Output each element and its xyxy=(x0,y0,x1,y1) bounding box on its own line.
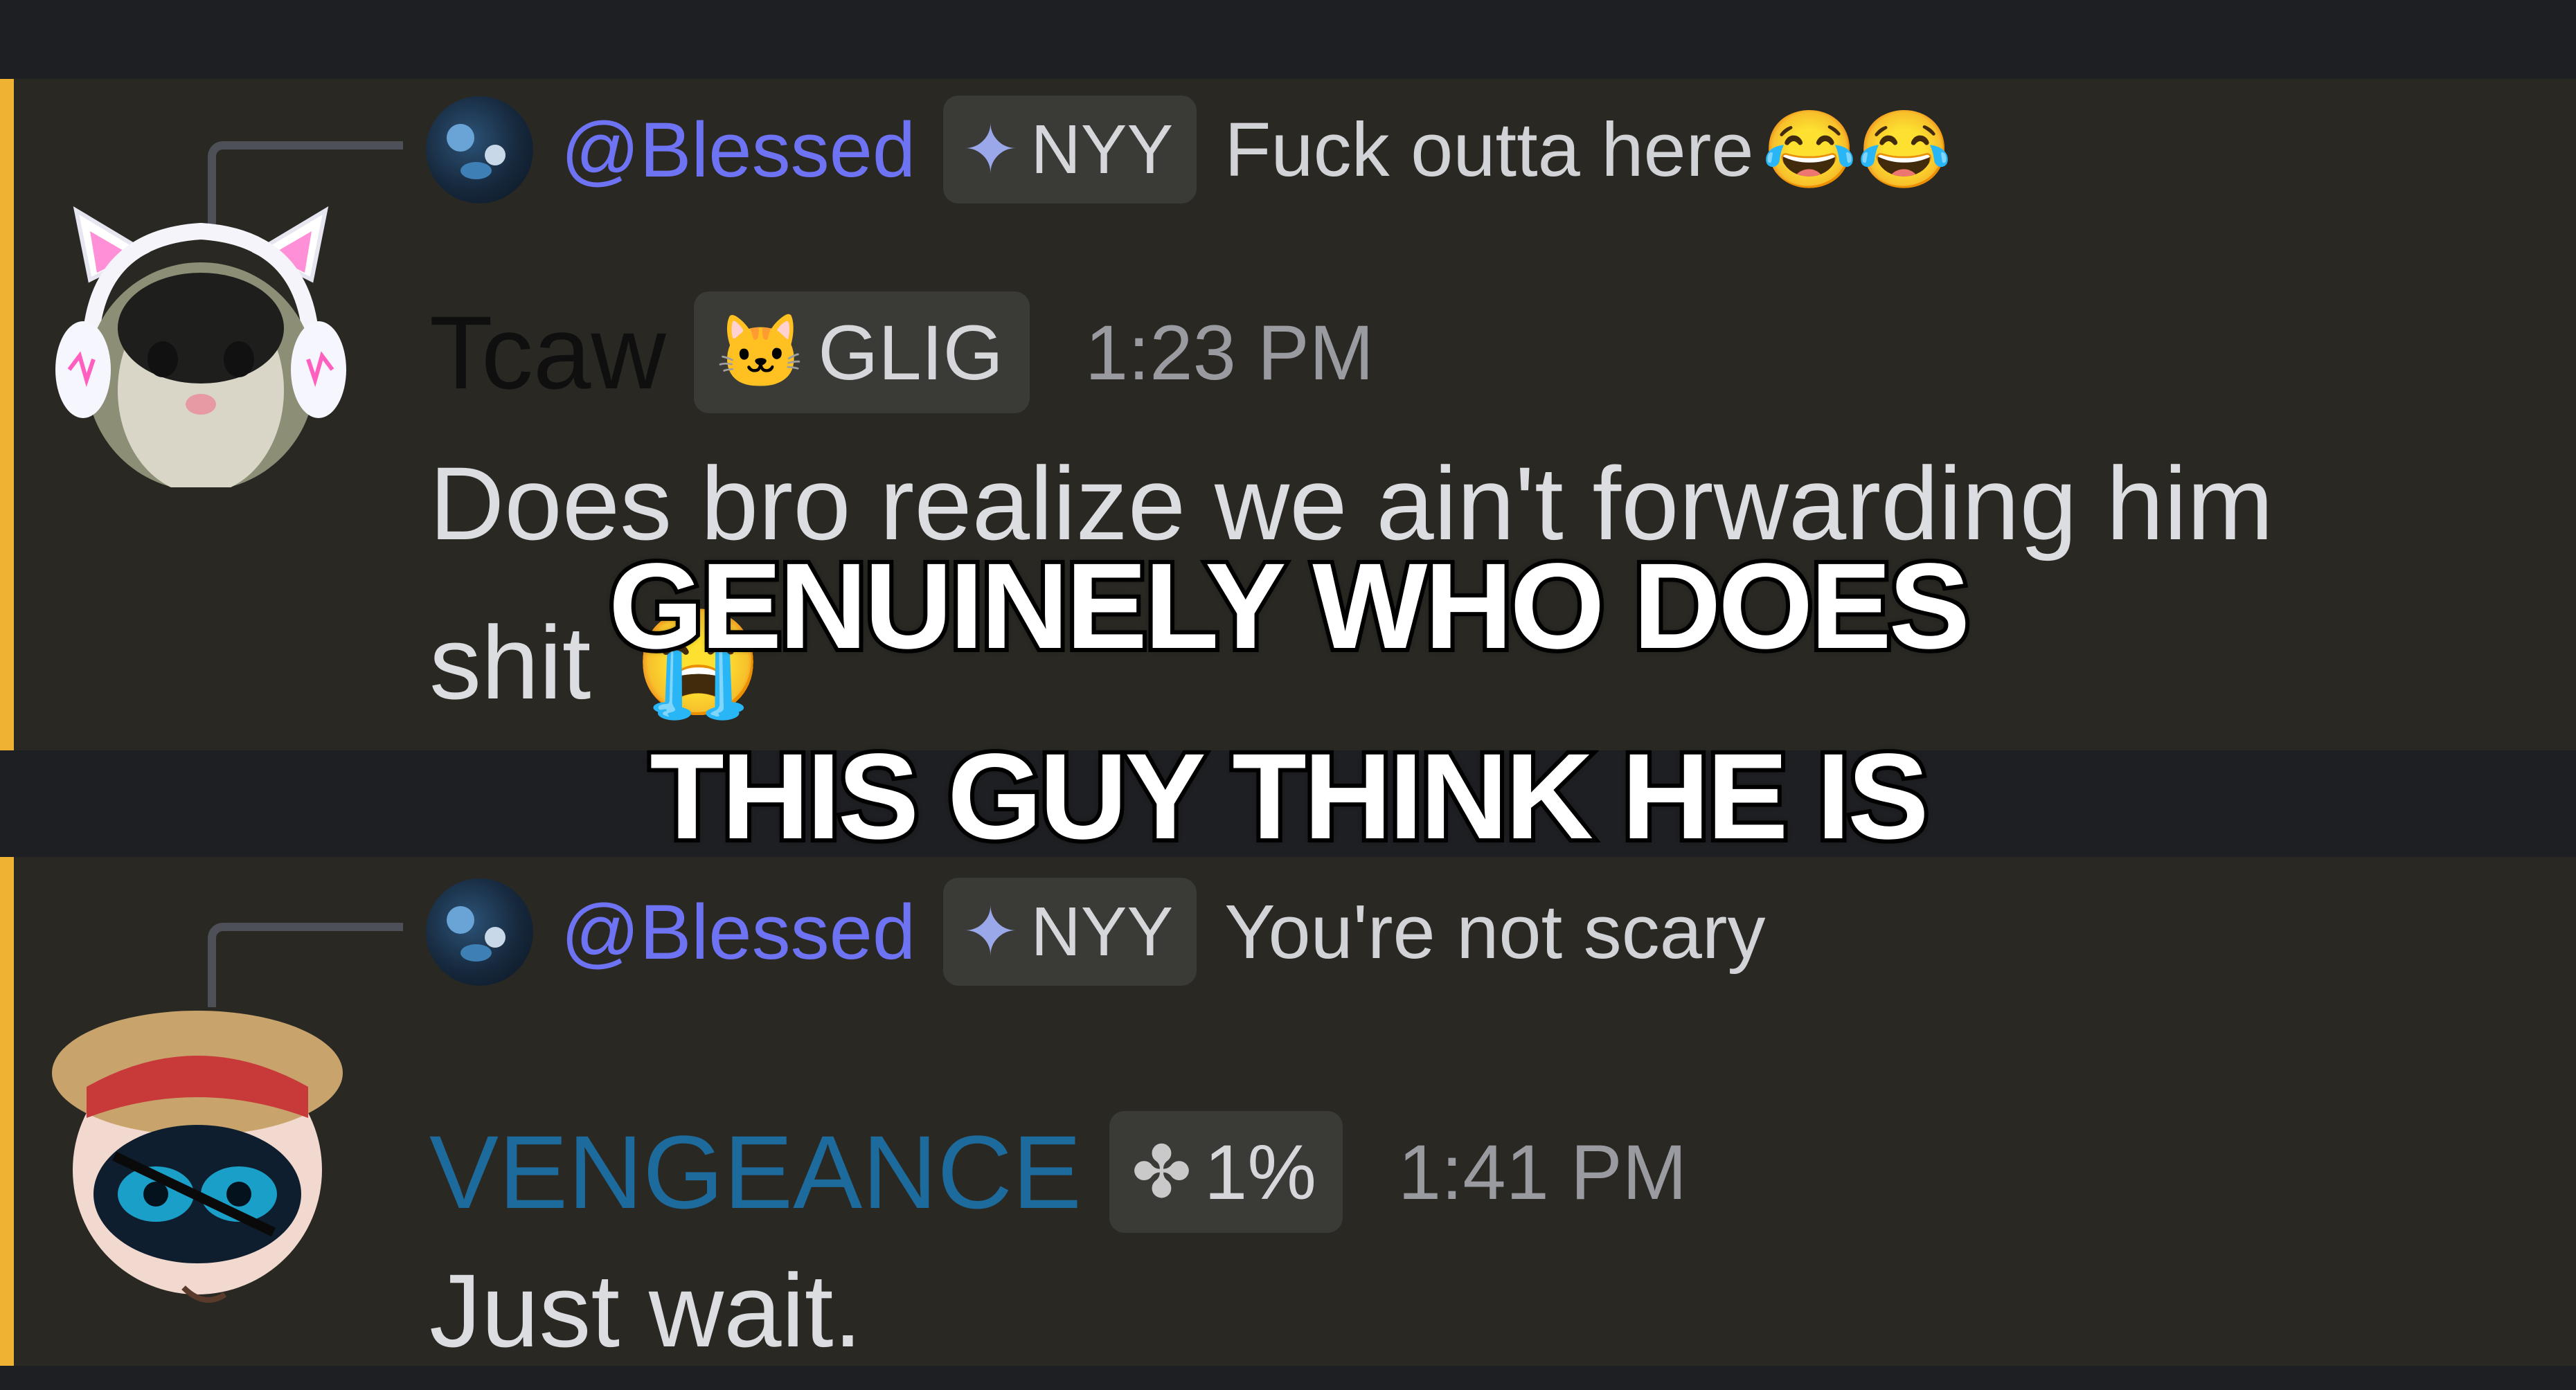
clover-icon: ✤ xyxy=(1131,1132,1192,1213)
caption-line-1: GENUINELY WHO DOES xyxy=(605,534,1974,678)
mention-highlight-bar xyxy=(0,857,14,1366)
guild-tag-label: GLIG xyxy=(818,309,1003,396)
guild-tag[interactable]: 🐱 GLIG xyxy=(693,291,1030,413)
message-header: VENGEANCE ✤ 1% 1:41 PM xyxy=(429,1110,1687,1234)
sparkle-diamond-icon: ✦ xyxy=(963,113,1019,187)
reply-username[interactable]: @Blessed xyxy=(561,105,915,195)
reply-text[interactable]: You're not scary xyxy=(1224,888,1765,976)
reply-guild-tag-label: NYY xyxy=(1030,110,1174,188)
reply-preview[interactable]: @Blessed ✦ NYY Fuck outta here 😂😂 xyxy=(426,94,1951,205)
guild-tag[interactable]: ✤ 1% xyxy=(1109,1111,1343,1233)
timestamp[interactable]: 1:23 PM xyxy=(1085,308,1374,397)
straw-hat-eyes-icon xyxy=(52,1011,343,1303)
reply-avatar-blessed[interactable] xyxy=(426,878,533,986)
chat-screenshot: @Blessed ✦ NYY Fuck outta here 😂😂 Tcaw 🐱… xyxy=(0,0,2576,1390)
reply-guild-tag-label: NYY xyxy=(1030,892,1174,971)
reply-guild-tag[interactable]: ✦ NYY xyxy=(943,96,1197,204)
avatar-vengeance[interactable] xyxy=(52,1011,343,1303)
cat-headphones-icon xyxy=(55,206,346,487)
timestamp[interactable]: 1:41 PM xyxy=(1398,1128,1687,1217)
reply-guild-tag[interactable]: ✦ NYY xyxy=(943,878,1197,986)
message-header: Tcaw 🐱 GLIG 1:23 PM xyxy=(429,290,1374,415)
avatar-tcaw[interactable] xyxy=(55,206,346,487)
author-name[interactable]: Tcaw xyxy=(429,293,666,413)
reply-avatar-blessed[interactable] xyxy=(426,96,533,204)
reply-spine xyxy=(208,923,403,1007)
message-vengeance[interactable]: @Blessed ✦ NYY You're not scary VENGEANC… xyxy=(0,857,2576,1369)
reply-text[interactable]: Fuck outta here xyxy=(1224,106,1753,194)
guild-tag-label: 1% xyxy=(1204,1128,1316,1216)
reply-preview[interactable]: @Blessed ✦ NYY You're not scary xyxy=(426,876,1766,987)
author-name[interactable]: VENGEANCE xyxy=(429,1112,1082,1232)
laughing-emoji-icon: 😂😂 xyxy=(1762,107,1952,192)
message-line-1: Just wait. xyxy=(429,1252,863,1369)
caption-line-2: THIS GUY THINK HE IS xyxy=(645,725,1933,869)
reply-username[interactable]: @Blessed xyxy=(561,887,915,977)
pink-cat-icon: 🐱 xyxy=(715,312,806,392)
sparkle-diamond-icon: ✦ xyxy=(963,895,1019,969)
